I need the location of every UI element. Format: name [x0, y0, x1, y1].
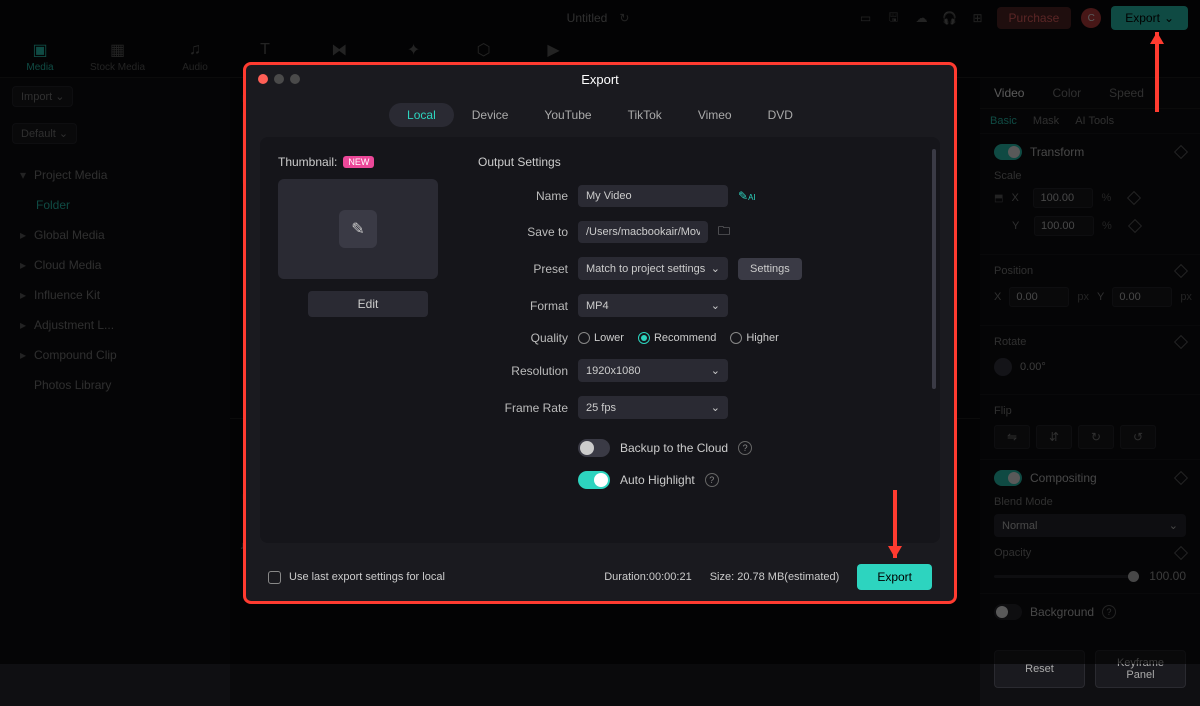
- tab-vimeo[interactable]: Vimeo: [680, 103, 750, 127]
- resolution-label: Resolution: [478, 364, 568, 378]
- tab-dvd[interactable]: DVD: [750, 103, 811, 127]
- modal-title: Export: [581, 72, 619, 87]
- backup-label: Backup to the Cloud: [620, 441, 728, 455]
- output-settings-title: Output Settings: [478, 155, 922, 169]
- thumbnail-label: Thumbnail:: [278, 155, 337, 169]
- thumbnail-preview[interactable]: ✎: [278, 179, 438, 279]
- backup-toggle[interactable]: [578, 439, 610, 457]
- maximize-icon[interactable]: [290, 74, 300, 84]
- pencil-icon: ✎: [339, 210, 377, 248]
- edit-thumbnail-button[interactable]: Edit: [308, 291, 428, 317]
- quality-label: Quality: [478, 331, 568, 345]
- new-badge: NEW: [343, 156, 374, 168]
- save-path-input[interactable]: [578, 221, 708, 243]
- tab-device[interactable]: Device: [454, 103, 527, 127]
- use-last-checkbox[interactable]: [268, 571, 281, 584]
- minimize-icon[interactable]: [274, 74, 284, 84]
- quality-recommend[interactable]: Recommend: [638, 332, 716, 344]
- help-icon[interactable]: ?: [738, 441, 752, 455]
- framerate-select[interactable]: 25 fps⌄: [578, 396, 728, 419]
- highlight-toggle[interactable]: [578, 471, 610, 489]
- preset-settings-button[interactable]: Settings: [738, 258, 802, 280]
- ai-icon[interactable]: ✎AI: [738, 189, 756, 203]
- tab-tiktok[interactable]: TikTok: [610, 103, 680, 127]
- name-label: Name: [478, 189, 568, 203]
- highlight-label: Auto Highlight: [620, 473, 695, 487]
- export-confirm-button[interactable]: Export: [857, 564, 932, 590]
- use-last-label: Use last export settings for local: [289, 571, 445, 583]
- scrollbar[interactable]: [932, 149, 936, 389]
- format-select[interactable]: MP4⌄: [578, 294, 728, 317]
- preset-select[interactable]: Match to project settings⌄: [578, 257, 728, 280]
- format-label: Format: [478, 299, 568, 313]
- quality-higher[interactable]: Higher: [730, 332, 778, 344]
- tab-local[interactable]: Local: [389, 103, 454, 127]
- framerate-label: Frame Rate: [478, 401, 568, 415]
- resolution-select[interactable]: 1920x1080⌄: [578, 359, 728, 382]
- close-icon[interactable]: [258, 74, 268, 84]
- preset-label: Preset: [478, 262, 568, 276]
- quality-lower[interactable]: Lower: [578, 332, 624, 344]
- tab-youtube[interactable]: YouTube: [526, 103, 609, 127]
- folder-icon[interactable]: 🗀: [718, 222, 730, 243]
- export-modal: Export Local Device YouTube TikTok Vimeo…: [243, 62, 957, 604]
- name-input[interactable]: [578, 185, 728, 207]
- size-text: Size: 20.78 MB(estimated): [710, 571, 840, 583]
- save-to-label: Save to: [478, 225, 568, 239]
- help-icon[interactable]: ?: [705, 473, 719, 487]
- duration-text: Duration:00:00:21: [604, 571, 691, 583]
